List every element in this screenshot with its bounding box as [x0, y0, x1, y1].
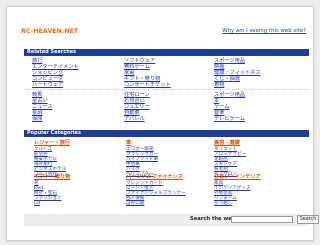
landing-page: RC-HEAVEN.NET Why am I seeing this web s…	[6, 6, 319, 241]
category-block: 住まい・インテリア 家具 インテリアグッズ 外壁塗装 リフォーム 引っ越し	[214, 174, 261, 206]
page-header: RC-HEAVEN.NET Why am I seeing this web s…	[21, 28, 306, 40]
search-input[interactable]	[231, 216, 293, 223]
category-link[interactable]: 証券口座	[126, 201, 186, 206]
link-column-3: スポーツ用品 本 ゲーム 音楽 テレビゲーム	[214, 92, 245, 122]
category-block: 車 エコカー販売 クラシックカー ハイブリッド車 中古車 バイク ヘリコプター	[126, 140, 158, 177]
related-link[interactable]: テレビゲーム	[214, 116, 245, 122]
popular-categories-header: Popular Categories	[24, 130, 309, 137]
category-link[interactable]: 引っ越し	[214, 201, 261, 206]
link-column-3: スポーツ用品 映画 健康・フィットネス くじ・抽選 着物	[214, 58, 261, 88]
related-link[interactable]: アパレル	[124, 116, 150, 122]
link-column-1: 旅行 エンターテイメント ショッピング コンピュータ ハードウェア	[32, 58, 79, 88]
category-title[interactable]: 住まい・インテリア	[214, 174, 261, 181]
search-button[interactable]: Search	[297, 215, 319, 224]
category-block: 美容・健康 ダイエット アロマテラピー 化粧品 スキンケア 育毛剤 ヘアサロン	[214, 140, 246, 177]
category-block: レジャー・旅行 クルーズ 航空券 格安ホテル 海外旅行 ビジネスホテル コルフ旅…	[34, 140, 70, 177]
related-link[interactable]: 着物	[214, 82, 261, 88]
site-logo[interactable]: RC-HEAVEN.NET	[21, 28, 78, 35]
category-block: パーソナルファイナンス クレジットカード ローン・借入 ファイナンシャルプランナ…	[126, 174, 186, 206]
category-block: ギフト・贈り物 花 Dvd 時計・宝石 ファッション Cd	[34, 174, 70, 206]
related-link[interactable]: コンサートチケット	[124, 82, 171, 88]
category-title[interactable]: 車	[126, 140, 158, 147]
link-column-2: ソフトウェア 無料ゲーム 家電 ギフト・贈り物 コンサートチケット	[124, 58, 171, 88]
link-column-1: 競馬 星占い ニュース 金融 保険	[32, 92, 53, 122]
category-link[interactable]: Cd	[34, 201, 70, 206]
link-column-2: 住宅ローン お見合い ジュエリー 自動車 アパレル	[124, 92, 150, 122]
category-title[interactable]: パーソナルファイナンス	[126, 174, 186, 181]
web-search-bar: Search the web: Search	[24, 214, 319, 226]
related-searches-header: Related Searches	[24, 49, 309, 56]
category-title[interactable]: レジャー・旅行	[34, 140, 70, 147]
category-title[interactable]: 美容・健康	[214, 140, 246, 147]
related-link[interactable]: ハードウェア	[32, 82, 79, 88]
category-title[interactable]: ギフト・贈り物	[34, 174, 70, 181]
divider	[24, 89, 309, 90]
related-link[interactable]: 保険	[32, 116, 53, 122]
why-link[interactable]: Why am I seeing this web site?	[222, 28, 306, 34]
